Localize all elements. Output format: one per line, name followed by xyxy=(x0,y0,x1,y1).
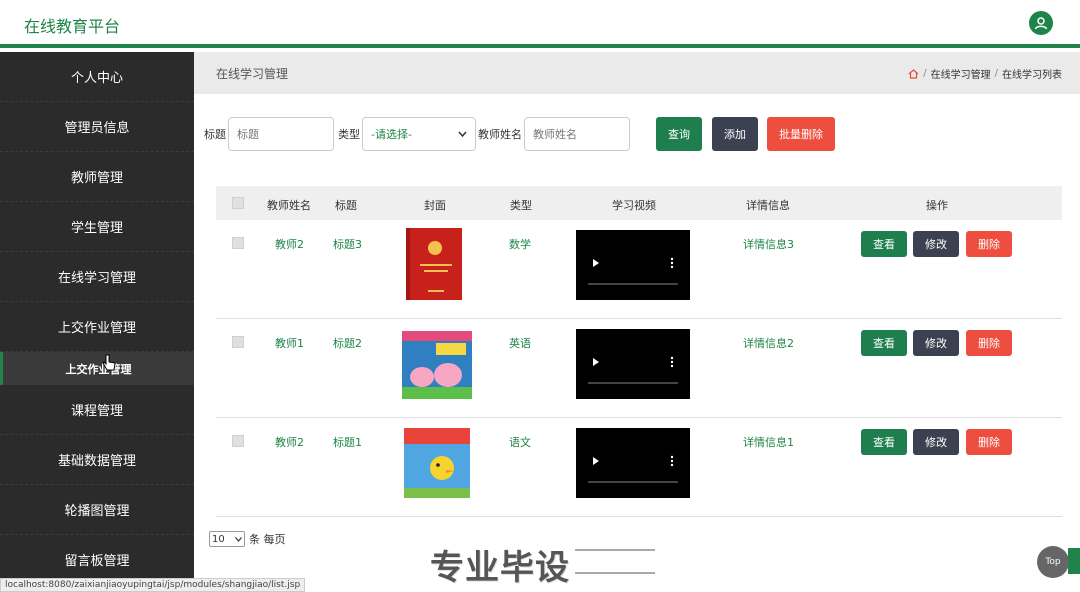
watermark-line xyxy=(575,572,655,574)
breadcrumb-separator: / xyxy=(994,68,998,79)
table-header: 教师姓名 标题 封面 类型 学习视频 详情信息 操作 xyxy=(216,186,1062,220)
sidebar-subitem-homework[interactable]: 上交作业管理 xyxy=(0,352,194,385)
brand-title: 在线教育平台 xyxy=(24,17,121,36)
teacher-name-cell: 教师1 xyxy=(275,337,304,350)
edit-button[interactable]: 修改 xyxy=(913,429,959,455)
column-header-title: 标题 xyxy=(335,199,357,212)
watermark-line xyxy=(575,549,655,551)
breadcrumb-item[interactable]: 在线学习管理 xyxy=(931,66,991,81)
table-row: 教师2 标题1 语文 详情信息1 查看 修改 删除 xyxy=(216,418,1062,517)
user-icon[interactable] xyxy=(1029,11,1053,35)
peppa-book-cover xyxy=(402,331,472,399)
type-filter-label: 类型 xyxy=(338,128,360,141)
type-cell: 数学 xyxy=(509,238,531,251)
type-select[interactable]: -请选择- xyxy=(362,117,476,151)
top-bar: 在线教育平台 xyxy=(0,0,1080,48)
sidebar-item-online-learning[interactable]: 在线学习管理 xyxy=(0,252,194,302)
duck-book-cover xyxy=(404,428,470,498)
select-all-checkbox[interactable] xyxy=(232,197,244,209)
sidebar-item-base-data[interactable]: 基础数据管理 xyxy=(0,435,194,485)
column-header-type: 类型 xyxy=(510,199,532,212)
column-header-video: 学习视频 xyxy=(612,199,656,212)
sidebar-item-carousel[interactable]: 轮播图管理 xyxy=(0,485,194,535)
column-header-cover: 封面 xyxy=(424,199,446,212)
title-cell: 标题1 xyxy=(333,436,362,449)
detail-cell: 详情信息3 xyxy=(743,238,794,251)
red-book-cover xyxy=(406,228,462,300)
type-select-value: -请选择- xyxy=(371,128,412,141)
delete-button[interactable]: 删除 xyxy=(966,330,1012,356)
pagination: 10 条 每页 xyxy=(209,531,286,547)
sidebar-item-admin[interactable]: 管理员信息 xyxy=(0,102,194,152)
table-row: 教师1 标题2 英语 详情信息2 查看 修改 删除 xyxy=(216,319,1062,418)
table-row: 教师2 标题3 数学 详情信息3 查看 修改 删除 xyxy=(216,220,1062,319)
breadcrumb-item[interactable]: 在线学习列表 xyxy=(1002,66,1062,81)
search-button[interactable]: 查询 xyxy=(656,117,702,151)
video-player[interactable] xyxy=(576,230,690,300)
sidebar-item-students[interactable]: 学生管理 xyxy=(0,202,194,252)
browser-status-bar: localhost:8080/zaixianjiaoyupingtai/jsp/… xyxy=(0,578,306,592)
scroll-edge-tab xyxy=(1068,548,1080,574)
page-size-value: 10 xyxy=(212,533,225,545)
sidebar-item-homework[interactable]: 上交作业管理 xyxy=(0,302,194,352)
title-input[interactable]: 标题 xyxy=(228,117,334,151)
sidebar: 个人中心 管理员信息 教师管理 学生管理 在线学习管理 上交作业管理 上交作业管… xyxy=(0,52,194,592)
home-icon[interactable] xyxy=(908,68,919,79)
title-filter-label: 标题 xyxy=(204,128,226,141)
teacher-name-cell: 教师2 xyxy=(275,436,304,449)
title-cell: 标题2 xyxy=(333,337,362,350)
breadcrumb: / 在线学习管理 / 在线学习列表 xyxy=(908,66,1062,81)
chevron-down-icon xyxy=(458,131,467,137)
delete-button[interactable]: 删除 xyxy=(966,231,1012,257)
page-size-label: 条 每页 xyxy=(249,533,286,546)
add-button[interactable]: 添加 xyxy=(712,117,758,151)
play-icon xyxy=(593,457,599,465)
type-cell: 语文 xyxy=(509,436,531,449)
watermark-text: 专业毕设 xyxy=(430,548,570,588)
sidebar-item-profile[interactable]: 个人中心 xyxy=(0,52,194,102)
video-player[interactable] xyxy=(576,329,690,399)
teacher-filter-label: 教师姓名 xyxy=(478,128,522,141)
breadcrumb-separator: / xyxy=(923,68,927,79)
filter-bar: 标题 标题 类型 -请选择- 教师姓名 教师姓名 查询 添加 批量删除 xyxy=(204,117,835,151)
page-header: 在线学习管理 / 在线学习管理 / 在线学习列表 xyxy=(194,52,1080,94)
title-cell: 标题3 xyxy=(333,238,362,251)
sidebar-item-teachers[interactable]: 教师管理 xyxy=(0,152,194,202)
back-to-top-button[interactable]: Top xyxy=(1037,546,1069,578)
view-button[interactable]: 查看 xyxy=(861,429,907,455)
sidebar-item-courses[interactable]: 课程管理 xyxy=(0,385,194,435)
video-controls xyxy=(588,356,678,384)
video-player[interactable] xyxy=(576,428,690,498)
play-icon xyxy=(593,259,599,267)
chevron-down-icon xyxy=(235,536,242,542)
teacher-name-cell: 教师2 xyxy=(275,238,304,251)
row-checkbox[interactable] xyxy=(232,237,244,249)
column-header-actions: 操作 xyxy=(926,199,948,212)
row-checkbox[interactable] xyxy=(232,336,244,348)
hand-cursor-icon xyxy=(102,354,116,371)
batch-delete-button[interactable]: 批量删除 xyxy=(767,117,835,151)
row-checkbox[interactable] xyxy=(232,435,244,447)
play-icon xyxy=(593,358,599,366)
delete-button[interactable]: 删除 xyxy=(966,429,1012,455)
video-controls xyxy=(588,257,678,285)
edit-button[interactable]: 修改 xyxy=(913,231,959,257)
view-button[interactable]: 查看 xyxy=(861,330,907,356)
column-header-detail: 详情信息 xyxy=(746,199,790,212)
edit-button[interactable]: 修改 xyxy=(913,330,959,356)
page-size-select[interactable]: 10 xyxy=(209,531,245,547)
page-title: 在线学习管理 xyxy=(216,67,289,81)
view-button[interactable]: 查看 xyxy=(861,231,907,257)
type-cell: 英语 xyxy=(509,337,531,350)
detail-cell: 详情信息2 xyxy=(743,337,794,350)
detail-cell: 详情信息1 xyxy=(743,436,794,449)
video-controls xyxy=(588,455,678,483)
column-header-teacher: 教师姓名 xyxy=(267,199,311,212)
teacher-name-input[interactable]: 教师姓名 xyxy=(524,117,630,151)
